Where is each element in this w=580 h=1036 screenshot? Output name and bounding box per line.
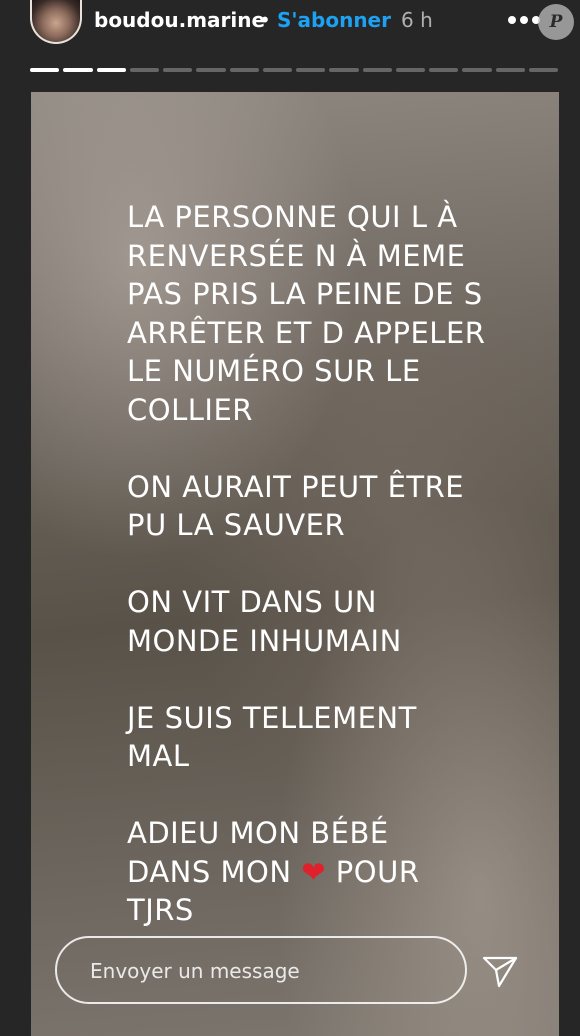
progress-segment <box>129 68 159 72</box>
progress-segment <box>196 68 226 72</box>
message-input-placeholder: Envoyer un message <box>90 959 300 983</box>
progress-segment <box>528 68 558 72</box>
story-line-adieu: ADIEU MON BÉBÉ <box>127 816 389 850</box>
story-content[interactable]: LA PERSONNE QUI L À RENVERSÉE N À MEME P… <box>31 92 559 1036</box>
progress-segment <box>362 68 392 72</box>
avatar[interactable] <box>30 0 82 44</box>
progress-segment <box>429 68 459 72</box>
story-screen: boudou.marine • S'abonner 6 h P LA PERSO… <box>0 0 580 1036</box>
watermark-logo: P <box>538 4 574 40</box>
progress-segment <box>296 68 326 72</box>
story-line-pour: POUR <box>326 854 420 889</box>
paper-plane-icon[interactable] <box>480 950 520 990</box>
timestamp: 6 h <box>401 8 433 32</box>
progress-segment <box>163 68 193 72</box>
watermark-letter: P <box>549 12 563 32</box>
follow-button[interactable]: S'abonner <box>277 6 391 34</box>
progress-segment <box>30 68 60 72</box>
progress-segment <box>96 68 126 72</box>
message-input[interactable]: Envoyer un message <box>55 936 467 1004</box>
progress-segment <box>63 68 93 72</box>
progress-segment <box>229 68 259 72</box>
story-paragraph-5: ADIEU MON BÉBÉ DANS MON ❤ POUR TJRS <box>127 814 527 930</box>
progress-segment <box>462 68 492 72</box>
heart-icon: ❤ <box>301 854 327 889</box>
story-header: boudou.marine • S'abonner 6 h P <box>0 0 580 50</box>
story-paragraph-1: LA PERSONNE QUI L À RENVERSÉE N À MEME P… <box>127 200 486 427</box>
progress-segment <box>495 68 525 72</box>
progress-segment <box>395 68 425 72</box>
story-progress-bar <box>30 68 558 72</box>
progress-segment <box>329 68 359 72</box>
username[interactable]: boudou.marine <box>94 6 265 34</box>
story-paragraph-3: ON VIT DANS UN MONDE INHUMAIN <box>127 585 402 658</box>
separator-dot: • <box>259 8 271 32</box>
story-paragraph-2: ON AURAIT PEUT ÊTRE PU LA SAUVER <box>127 469 465 543</box>
progress-segment <box>262 68 292 72</box>
story-text: LA PERSONNE QUI L À RENVERSÉE N À MEME P… <box>127 198 527 968</box>
story-line-tjrs: TJRS <box>127 893 194 927</box>
story-line-dans-mon: DANS MON <box>127 854 302 889</box>
story-paragraph-4: JE SUIS TELLEMENT MAL <box>127 700 417 774</box>
